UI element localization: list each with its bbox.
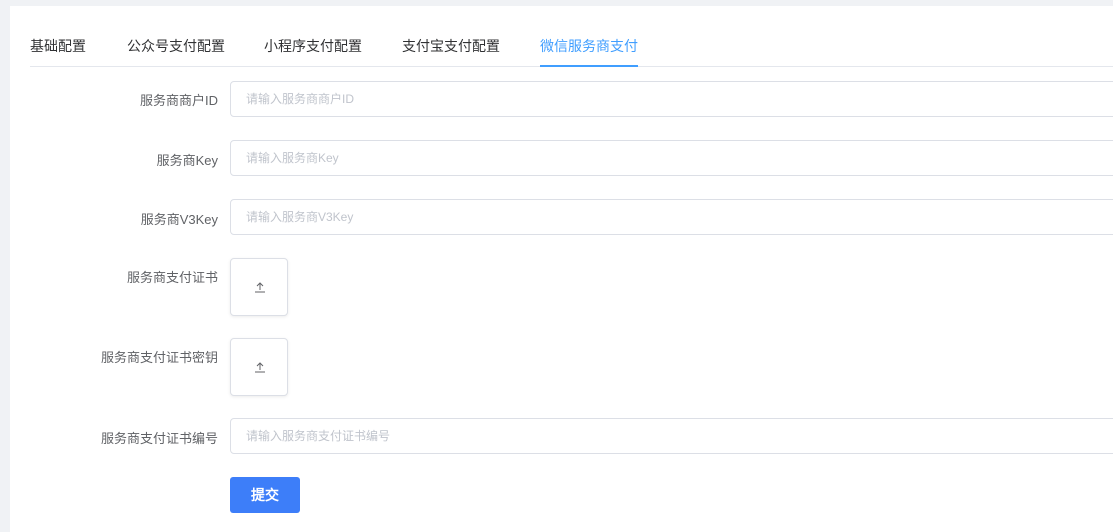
- merchant-id-input[interactable]: [230, 81, 1113, 117]
- cert-serial-label: 服务商支付证书编号: [100, 431, 218, 446]
- tab-official-account-pay[interactable]: 公众号支付配置: [127, 36, 225, 66]
- upload-icon: [255, 282, 265, 293]
- key-label: 服务商Key: [156, 153, 218, 168]
- tab-basic[interactable]: 基础配置: [30, 36, 86, 66]
- submit-button[interactable]: 提交: [230, 477, 300, 513]
- v3key-label: 服务商V3Key: [140, 212, 218, 227]
- tab-wechat-service-provider-pay[interactable]: 微信服务商支付: [540, 36, 638, 67]
- cert-label: 服务商支付证书: [126, 270, 218, 285]
- tab-alipay[interactable]: 支付宝支付配置: [402, 36, 500, 66]
- v3key-input[interactable]: [230, 199, 1113, 235]
- key-input[interactable]: [230, 140, 1113, 176]
- cert-key-label: 服务商支付证书密钥: [100, 350, 218, 365]
- config-tabs: 基础配置 公众号支付配置 小程序支付配置 支付宝支付配置 微信服务商支付: [30, 36, 1113, 67]
- merchant-id-label: 服务商商户ID: [139, 93, 218, 108]
- cert-key-upload-button[interactable]: [230, 338, 288, 396]
- config-panel: 基础配置 公众号支付配置 小程序支付配置 支付宝支付配置 微信服务商支付 服务商…: [10, 6, 1113, 532]
- tab-mini-program-pay[interactable]: 小程序支付配置: [264, 36, 362, 66]
- upload-icon: [255, 362, 265, 373]
- cert-serial-input[interactable]: [230, 418, 1113, 454]
- cert-upload-button[interactable]: [230, 258, 288, 316]
